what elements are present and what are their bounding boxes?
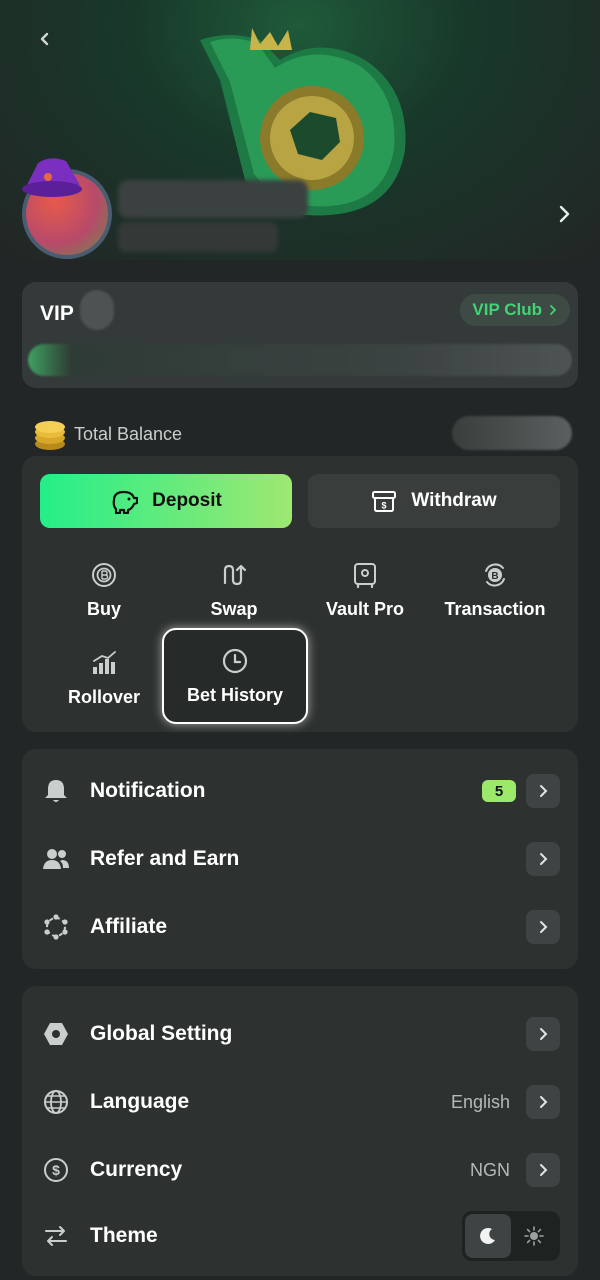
- dollar-circle-icon: $: [44, 1158, 68, 1182]
- vip-title: VIP: [40, 302, 74, 325]
- vip-club-label: VIP Club: [472, 300, 542, 319]
- cash-register-icon: $: [372, 491, 397, 512]
- notification-count-badge: 5: [482, 780, 516, 802]
- currency-chevron[interactable]: [526, 1153, 560, 1187]
- vault-pro-label: Vault Pro: [325, 598, 405, 619]
- hexagon-gear-icon: [44, 1023, 68, 1045]
- currency-row[interactable]: $ Currency NGN: [22, 1136, 578, 1204]
- swap-arrows-icon: [223, 564, 247, 585]
- total-balance-label: Total Balance: [74, 424, 183, 444]
- chevron-right-icon: [540, 921, 548, 933]
- language-value: English: [450, 1091, 510, 1112]
- profile-header: [0, 0, 600, 260]
- vip-card: VIP VIP Club: [22, 282, 578, 388]
- bitcoin-coin-icon: [92, 562, 116, 587]
- piggy-bank-icon: [112, 490, 139, 514]
- chevron-right-icon: [540, 1096, 548, 1108]
- affiliate-label: Affiliate: [90, 915, 168, 938]
- vault-pro-button[interactable]: Vault Pro: [300, 550, 430, 630]
- affiliate-chevron[interactable]: [526, 910, 560, 944]
- global-setting-row[interactable]: Global Setting: [22, 1000, 578, 1068]
- moon-icon: [480, 1227, 495, 1244]
- language-row[interactable]: Language English: [22, 1068, 578, 1136]
- avatar[interactable]: [20, 155, 116, 260]
- rollover-button[interactable]: Rollover: [39, 638, 169, 718]
- coin-stack-icon: [35, 421, 65, 450]
- svg-text:$: $: [52, 1162, 60, 1178]
- language-label: Language: [90, 1090, 190, 1113]
- buy-label: Buy: [86, 598, 121, 619]
- chevron-right-icon: [540, 1028, 548, 1040]
- chevron-right-icon: [540, 785, 548, 797]
- language-chevron[interactable]: [526, 1085, 560, 1119]
- notification-label: Notification: [90, 779, 206, 802]
- refer-earn-row[interactable]: Refer and Earn: [22, 825, 578, 893]
- user-id-hidden: [118, 222, 278, 252]
- globe-icon: [44, 1090, 68, 1114]
- vault-icon: [354, 562, 376, 588]
- back-button[interactable]: [22, 16, 68, 62]
- currency-value: NGN: [470, 1159, 510, 1180]
- bitcoin-transfer-icon: B: [485, 563, 505, 586]
- bet-history-button[interactable]: Bet History: [162, 628, 308, 724]
- swap-button[interactable]: Swap: [169, 550, 299, 630]
- deposit-label: Deposit: [152, 490, 222, 511]
- transaction-button[interactable]: B Transaction: [430, 550, 560, 630]
- theme-label: Theme: [90, 1224, 158, 1247]
- settings-menu: Global Setting Language English $ Curren…: [22, 986, 578, 1276]
- global-setting-label: Global Setting: [90, 1022, 233, 1045]
- balance-amount-hidden: [452, 416, 572, 450]
- theme-row: Theme: [22, 1202, 578, 1270]
- users-icon: [43, 849, 69, 869]
- currency-label: Currency: [90, 1158, 183, 1181]
- global-setting-chevron[interactable]: [526, 1017, 560, 1051]
- wallet-card: Deposit $ Withdraw Buy Swap Vault Pro B …: [22, 456, 578, 732]
- refer-earn-chevron[interactable]: [526, 842, 560, 876]
- transaction-label: Transaction: [444, 598, 546, 619]
- rollover-label: Rollover: [67, 686, 141, 707]
- affiliate-row[interactable]: Affiliate: [22, 893, 578, 961]
- chevron-right-icon: [540, 1164, 548, 1176]
- bell-icon: [45, 780, 67, 802]
- svg-text:$: $: [382, 501, 387, 511]
- swap-horizontal-icon: [45, 1226, 67, 1246]
- swap-label: Swap: [210, 598, 258, 619]
- account-menu: Notification 5 Refer and Earn Affiliate: [22, 749, 578, 969]
- username-hidden: [118, 180, 308, 218]
- chevron-right-icon: [540, 853, 548, 865]
- total-balance-row: Total Balance: [32, 416, 574, 452]
- svg-text:B: B: [491, 571, 498, 582]
- withdraw-label: Withdraw: [411, 490, 497, 511]
- clock-icon: [222, 648, 248, 673]
- deposit-button[interactable]: Deposit: [40, 474, 292, 528]
- notification-chevron[interactable]: [526, 774, 560, 808]
- network-icon: [44, 914, 68, 940]
- buy-button[interactable]: Buy: [39, 550, 169, 630]
- chevron-right-icon[interactable]: [552, 202, 576, 226]
- refer-earn-label: Refer and Earn: [90, 847, 240, 870]
- vip-progress-bar: [28, 344, 572, 376]
- wizard-hat-icon: [22, 158, 82, 197]
- theme-toggle[interactable]: [462, 1211, 560, 1261]
- sun-icon: [524, 1226, 544, 1246]
- withdraw-button[interactable]: $ Withdraw: [308, 474, 560, 528]
- light-theme-option[interactable]: [511, 1214, 557, 1258]
- notification-row[interactable]: Notification 5: [22, 757, 578, 825]
- chevron-left-icon: [40, 32, 49, 46]
- vip-level-hidden: [80, 290, 114, 330]
- vip-club-button[interactable]: VIP Club: [460, 294, 570, 326]
- chevron-right-icon: [550, 305, 557, 315]
- bet-history-label: Bet History: [186, 684, 284, 705]
- bar-chart-icon: [93, 650, 116, 674]
- dark-theme-option[interactable]: [465, 1214, 511, 1258]
